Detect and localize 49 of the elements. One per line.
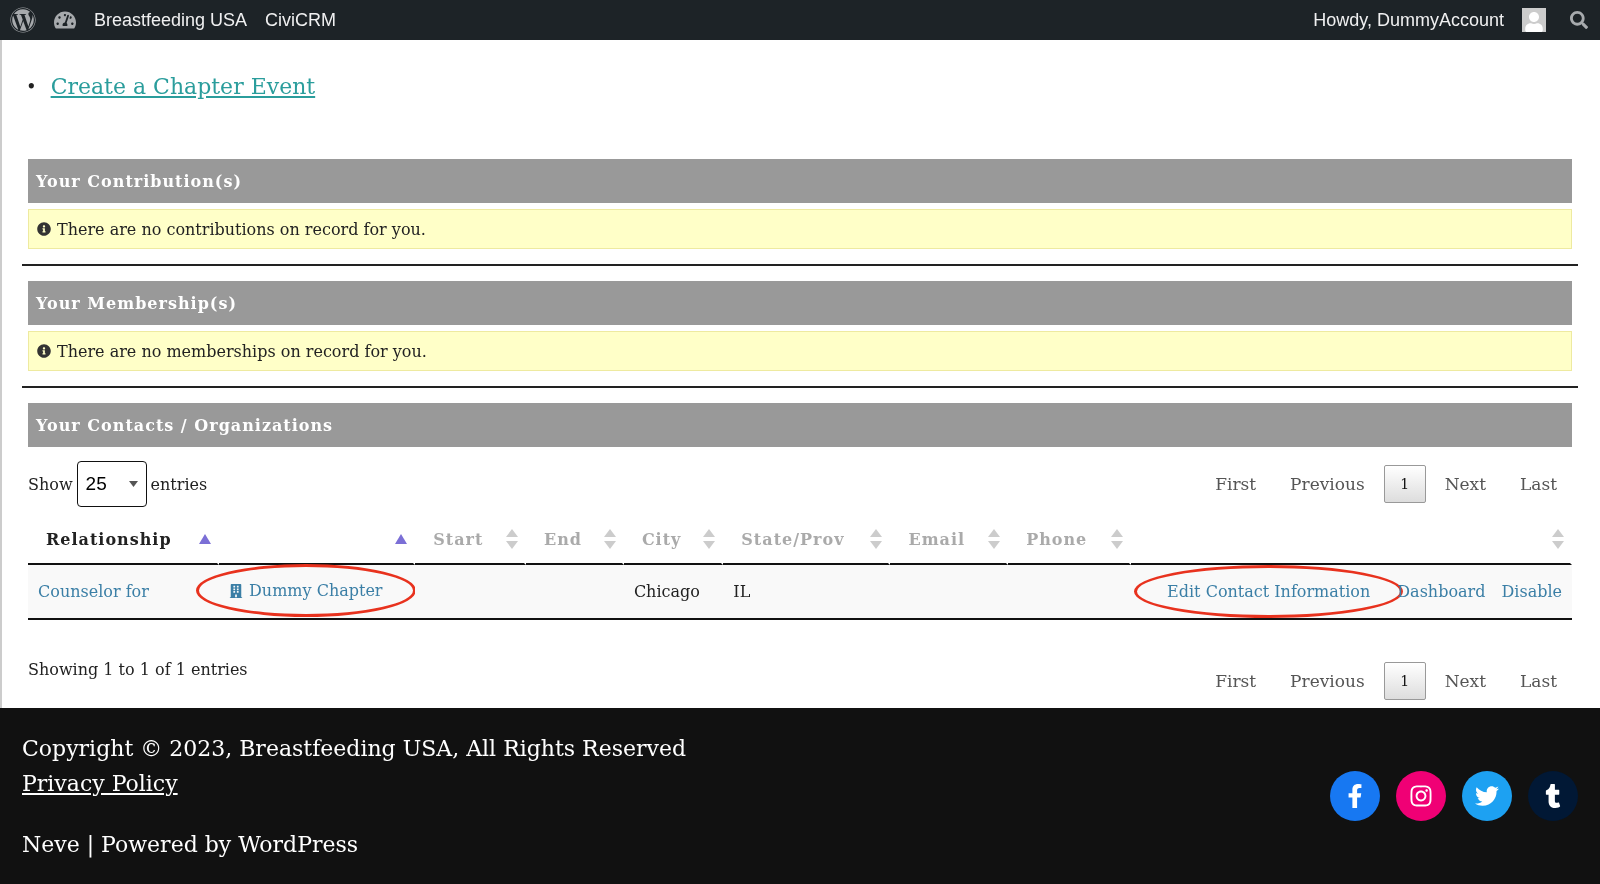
pagination-button[interactable]: Previous bbox=[1275, 659, 1380, 702]
copyright-text: Copyright © 2023, Breastfeeding USA, All Rights Reserved bbox=[22, 735, 687, 761]
pagination-button[interactable]: 1 bbox=[1383, 661, 1426, 700]
search-icon[interactable] bbox=[1570, 11, 1588, 29]
pagination-button[interactable]: 1 bbox=[1383, 465, 1426, 503]
list-bullet: • bbox=[26, 76, 37, 97]
gauge-icon[interactable] bbox=[54, 9, 76, 31]
notice-text: There are no memberships on record for you. bbox=[57, 341, 427, 361]
city-cell: Chicago bbox=[633, 581, 700, 601]
notice-text: There are no contributions on record for you. bbox=[57, 219, 426, 239]
sort-icon bbox=[703, 529, 716, 549]
sort-icon bbox=[870, 529, 883, 549]
pagination-button[interactable]: Next bbox=[1429, 463, 1501, 505]
pagination-button[interactable]: Last bbox=[1505, 463, 1572, 505]
building-icon bbox=[229, 583, 244, 598]
pagination-button[interactable]: First bbox=[1200, 463, 1272, 505]
state-cell: IL bbox=[733, 581, 751, 601]
sort-icon bbox=[988, 529, 1001, 549]
twitter-icon[interactable] bbox=[1462, 771, 1512, 821]
sort-icon bbox=[603, 529, 616, 549]
sort-ascending-icon bbox=[199, 534, 212, 544]
sort-icon bbox=[1552, 529, 1564, 549]
pagination-button[interactable]: Previous bbox=[1275, 463, 1380, 505]
instagram-icon[interactable] bbox=[1396, 771, 1446, 821]
pagination-button[interactable]: Next bbox=[1429, 659, 1501, 702]
entries-label: entries bbox=[150, 474, 208, 494]
sort-icon bbox=[506, 529, 518, 549]
section-header: Your Contacts / Organizations bbox=[28, 403, 1572, 447]
sort-ascending-icon bbox=[395, 534, 408, 544]
action-link[interactable]: Disable bbox=[1501, 581, 1562, 601]
menu-link[interactable]: CiviCRM bbox=[265, 9, 337, 31]
wordpress-logo-icon[interactable] bbox=[10, 7, 36, 33]
tumblr-icon[interactable] bbox=[1528, 771, 1578, 821]
section-header: Your Contribution(s) bbox=[28, 159, 1572, 203]
credit-text: Neve | Powered by WordPress bbox=[22, 831, 360, 857]
sort-icon bbox=[1110, 529, 1123, 549]
pagination-button[interactable]: First bbox=[1200, 659, 1272, 702]
pagination-button[interactable]: Last bbox=[1505, 659, 1572, 702]
entries-select[interactable]: 25 bbox=[76, 461, 147, 507]
privacy-link[interactable]: Privacy Policy bbox=[22, 770, 687, 796]
caret-icon bbox=[128, 481, 138, 487]
info-icon bbox=[37, 344, 51, 358]
greeting-link[interactable]: Howdy, DummyAccount bbox=[1313, 9, 1504, 31]
facebook-icon[interactable] bbox=[1330, 771, 1380, 821]
site-name-link[interactable]: Breastfeeding USA bbox=[94, 9, 248, 31]
show-label: Show bbox=[28, 474, 73, 494]
section-header: Your Membership(s) bbox=[28, 281, 1572, 325]
info-icon bbox=[37, 222, 51, 236]
table-info: Showing 1 to 1 of 1 entries bbox=[28, 659, 248, 679]
